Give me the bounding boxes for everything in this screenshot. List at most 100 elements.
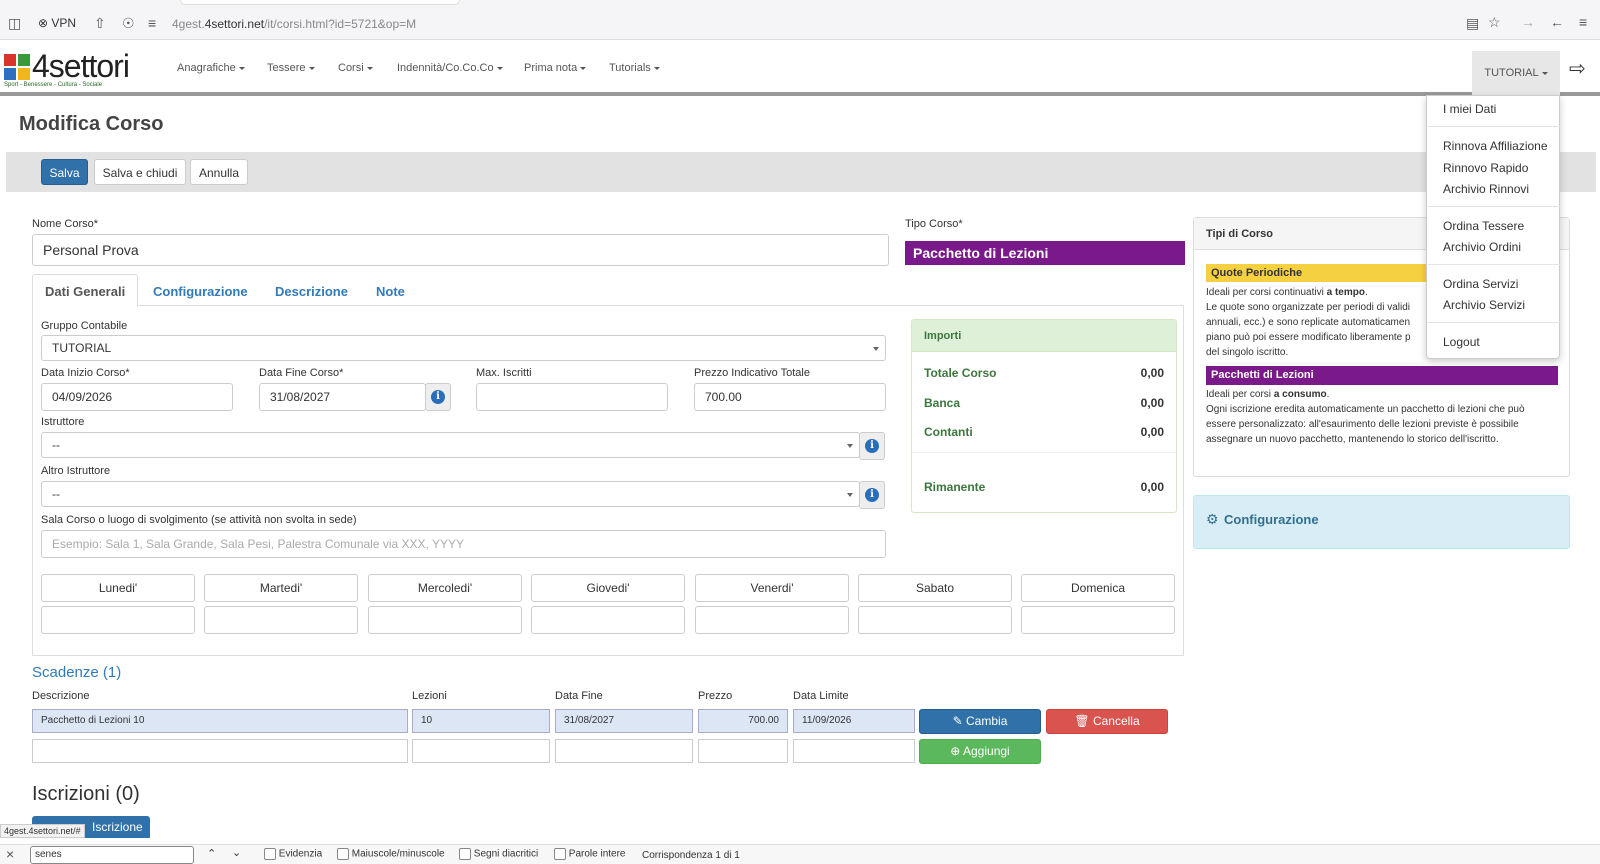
forward-icon[interactable]: → [1521, 14, 1535, 30]
menu-item-archivio-rinnovi[interactable]: Archivio Rinnovi [1443, 182, 1529, 196]
option-maiuscole[interactable]: Maiuscole/minuscole [337, 848, 445, 860]
sidebar-icon[interactable]: ◫ [8, 15, 21, 31]
menu-icon[interactable]: ≡ [1579, 14, 1587, 30]
max-iscritti-input[interactable] [476, 383, 668, 411]
new-descrizione-input[interactable] [32, 739, 408, 763]
day-domenica[interactable]: Domenica [1021, 574, 1175, 602]
info-icon: i [431, 390, 445, 404]
reader-icon[interactable]: ▤ [1466, 15, 1479, 31]
tab-configurazione[interactable]: Configurazione [153, 284, 248, 299]
logout-icon[interactable]: ⇨ [1569, 56, 1586, 81]
tab-note[interactable]: Note [376, 284, 405, 299]
menu-item-archivio-servizi[interactable]: Archivio Servizi [1443, 298, 1525, 312]
checkbox [337, 848, 349, 860]
share-icon[interactable]: ⇧ [94, 15, 106, 31]
day-input-giovedi[interactable] [531, 606, 685, 634]
plus-circle-icon: ⊕ [950, 744, 961, 758]
vpn-label: VPN [51, 16, 77, 30]
menu-divider [1428, 264, 1560, 265]
cambia-button[interactable]: ✎ Cambia [919, 709, 1041, 734]
menu-indennita[interactable]: Indennità/Co.Co.Co [397, 62, 503, 74]
find-input[interactable]: senes [30, 846, 194, 864]
new-prezzo-input[interactable] [698, 739, 788, 763]
data-fine-input[interactable]: 31/08/2027 [259, 383, 426, 411]
day-input-venerdi[interactable] [695, 606, 849, 634]
menu-prima-nota[interactable]: Prima nota [524, 62, 587, 74]
importi-divider [912, 452, 1176, 453]
configurazione-panel[interactable]: ⚙ Configurazione [1193, 495, 1570, 549]
menu-tutorials[interactable]: Tutorials [609, 62, 660, 74]
brand-logo[interactable]: 4settori [32, 48, 130, 85]
chevron-up-icon[interactable]: ⌃ [207, 847, 216, 860]
day-lunedi[interactable]: Lunedi' [41, 574, 195, 602]
scadenza-prezzo-input[interactable]: 700.00 [698, 709, 788, 733]
istruttore-select[interactable]: -- [41, 432, 860, 458]
user-menu-button[interactable]: TUTORIAL [1472, 51, 1560, 95]
day-martedi[interactable]: Martedi' [204, 574, 358, 602]
day-mercoledi[interactable]: Mercoledi' [368, 574, 522, 602]
menu-tessere[interactable]: Tessere [267, 62, 315, 74]
chevron-down-icon[interactable]: ⌄ [232, 846, 241, 859]
scadenza-data-fine-input[interactable]: 31/08/2027 [555, 709, 693, 733]
gruppo-contabile-select[interactable]: TUTORIAL [41, 335, 886, 361]
nome-corso-input[interactable]: Personal Prova [32, 234, 889, 266]
pacchetti-line: Ogni iscrizione eredita automaticamente … [1206, 404, 1525, 415]
day-input-martedi[interactable] [204, 606, 358, 634]
option-parole-intere[interactable]: Parole intere [554, 848, 625, 860]
cancella-button[interactable]: 🗑 Cancella [1046, 709, 1168, 734]
day-venerdi[interactable]: Venerdi' [695, 574, 849, 602]
shield-icon[interactable]: ☉ [122, 15, 135, 31]
altro-istruttore-info-button[interactable]: i [859, 481, 885, 509]
menu-corsi[interactable]: Corsi [338, 62, 373, 74]
sala-input[interactable]: Esempio: Sala 1, Sala Grande, Sala Pesi,… [41, 530, 886, 558]
day-input-domenica[interactable] [1021, 606, 1175, 634]
new-data-fine-input[interactable] [555, 739, 693, 763]
option-evidenzia[interactable]: Evidenzia [264, 848, 322, 860]
aggiungi-button[interactable]: ⊕ Aggiungi [919, 739, 1041, 764]
menu-anagrafiche[interactable]: Anagrafiche [177, 62, 245, 74]
brand-tagline: Sport - Benessere - Cultura - Sociale [4, 82, 103, 88]
scadenze-header-data-limite: Data Limite [793, 690, 849, 702]
data-fine-label: Data Fine Corso* [259, 367, 344, 379]
data-inizio-input[interactable]: 04/09/2026 [41, 383, 233, 411]
save-button[interactable]: Salva [41, 159, 88, 185]
menu-item-ordina-tessere[interactable]: Ordina Tessere [1443, 219, 1524, 233]
data-fine-info-button[interactable]: i [425, 383, 451, 411]
menu-item-archivio-ordini[interactable]: Archivio Ordini [1443, 240, 1521, 254]
back-icon[interactable]: ← [1550, 14, 1564, 30]
day-giovedi[interactable]: Giovedi' [531, 574, 685, 602]
day-input-mercoledi[interactable] [368, 606, 522, 634]
option-diacritici[interactable]: Segni diacritici [459, 848, 538, 860]
tab-descrizione[interactable]: Descrizione [275, 284, 348, 299]
vpn-indicator[interactable]: ⊗ VPN [38, 16, 76, 30]
istruttore-info-button[interactable]: i [859, 432, 885, 460]
site-settings-icon[interactable]: ≡ [148, 15, 156, 31]
pacchetti-text: Ideali per corsi a consumo. Ogni iscrizi… [1206, 389, 1525, 445]
tab-dati-generali[interactable]: Dati Generali [45, 284, 125, 299]
new-data-limite-input[interactable] [793, 739, 915, 763]
save-close-button[interactable]: Salva e chiudi [94, 159, 186, 185]
altro-istruttore-select[interactable]: -- [41, 481, 860, 507]
close-icon[interactable]: × [6, 846, 14, 862]
browser-tab[interactable] [180, 0, 460, 5]
menu-item-miei-dati[interactable]: I miei Dati [1443, 102, 1496, 116]
scadenza-lezioni-input[interactable]: 10 [412, 709, 550, 733]
menu-item-rinnova-affiliazione[interactable]: Rinnova Affiliazione [1443, 139, 1548, 153]
scadenza-data-limite-input[interactable]: 11/09/2026 [793, 709, 915, 733]
address-bar[interactable]: 4gest.4settori.net/it/corsi.html?id=5721… [172, 17, 416, 31]
menu-item-rinnovo-rapido[interactable]: Rinnovo Rapido [1443, 161, 1528, 175]
new-lezioni-input[interactable] [412, 739, 550, 763]
day-input-sabato[interactable] [858, 606, 1012, 634]
menu-label: Indennità/Co.Co.Co [397, 62, 494, 74]
day-sabato[interactable]: Sabato [858, 574, 1012, 602]
scadenza-descrizione-input[interactable]: Pacchetto di Lezioni 10 [32, 709, 408, 733]
gruppo-contabile-label: Gruppo Contabile [41, 320, 128, 332]
star-icon[interactable]: ☆ [1488, 14, 1501, 30]
tipo-corso-value[interactable]: Pacchetto di Lezioni [905, 241, 1185, 265]
day-input-lunedi[interactable] [41, 606, 195, 634]
cancel-button[interactable]: Annulla [190, 159, 248, 185]
prezzo-input[interactable]: 700.00 [694, 383, 886, 411]
checkbox [554, 848, 566, 860]
menu-item-logout[interactable]: Logout [1443, 335, 1480, 349]
menu-item-ordina-servizi[interactable]: Ordina Servizi [1443, 277, 1518, 291]
